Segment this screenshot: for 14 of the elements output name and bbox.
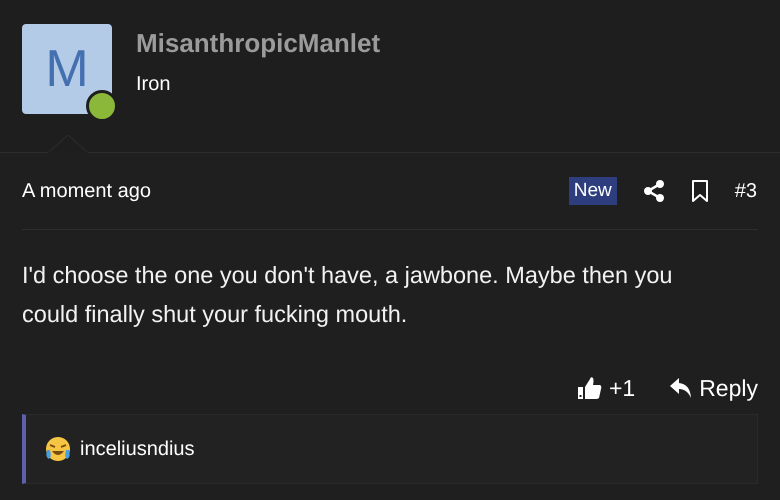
username[interactable]: MisanthropicManlet: [136, 28, 380, 59]
share-icon[interactable]: [642, 179, 665, 203]
like-button[interactable]: +1: [576, 368, 636, 408]
crying-laughing-face-icon: [44, 435, 72, 463]
new-label: New: [568, 177, 617, 205]
thumbs-up-icon: [576, 376, 603, 400]
quote-author[interactable]: inceliusndius: [80, 438, 195, 460]
reply-arrow-icon: [669, 377, 694, 399]
bookmark-icon[interactable]: [690, 179, 709, 203]
post-time: A moment ago: [22, 180, 152, 202]
reply-button[interactable]: Reply: [669, 368, 758, 408]
post-number[interactable]: #3: [734, 180, 757, 202]
user-rank: Iron: [136, 73, 172, 96]
post-text: I'd choose the one you don't have, a jawbone. Maybe then you could finally shut your fucking mouth.: [22, 261, 674, 329]
